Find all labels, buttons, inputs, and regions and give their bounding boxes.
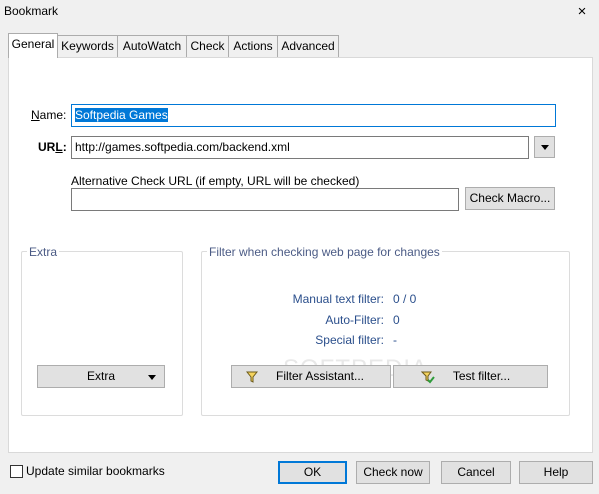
special-filter-value: - (393, 333, 397, 347)
update-similar-label: Update similar bookmarks (26, 464, 165, 478)
window-title: Bookmark (4, 4, 59, 18)
triangle-down-icon (148, 375, 156, 380)
check-now-button[interactable]: Check now (356, 461, 430, 484)
ok-button[interactable]: OK (278, 461, 347, 484)
name-field[interactable]: Softpedia Games (71, 104, 556, 127)
tab-actions[interactable]: Actions (228, 35, 278, 57)
close-icon[interactable]: × (572, 2, 592, 22)
extra-button-label: Extra (86, 369, 115, 383)
filter-assistant-button[interactable]: Filter Assistant... (231, 365, 391, 388)
url-field[interactable]: http://games.softpedia.com/backend.xml (71, 136, 529, 159)
alt-url-field[interactable] (71, 188, 459, 211)
help-button[interactable]: Help (519, 461, 593, 484)
cancel-button[interactable]: Cancel (441, 461, 511, 484)
tab-autowatch[interactable]: AutoWatch (117, 35, 187, 57)
test-filter-label: Test filter... (452, 369, 511, 383)
extra-button[interactable]: Extra (37, 365, 165, 388)
auto-filter-label: Auto-Filter: (325, 313, 384, 327)
triangle-down-icon (540, 145, 549, 150)
check-macro-button[interactable]: Check Macro... (465, 187, 555, 210)
test-filter-button[interactable]: Test filter... (393, 365, 548, 388)
auto-filter-value: 0 (393, 313, 400, 327)
extra-group (21, 251, 183, 416)
tab-check[interactable]: Check (186, 35, 229, 57)
name-label: Name: (31, 108, 67, 122)
name-label-text: ame: (39, 108, 67, 122)
special-filter-label: Special filter: (315, 333, 384, 347)
filter-assistant-label: Filter Assistant... (275, 369, 365, 383)
update-similar-checkbox[interactable] (10, 465, 23, 478)
extra-group-title: Extra (27, 245, 60, 259)
tab-keywords[interactable]: Keywords (57, 35, 118, 57)
tab-general[interactable]: General (8, 33, 58, 58)
alt-url-label: Alternative Check URL (if empty, URL wil… (71, 174, 360, 188)
manual-filter-label: Manual text filter: (292, 292, 384, 306)
filter-group (201, 251, 570, 416)
url-label: URL: (38, 140, 67, 154)
tab-advanced[interactable]: Advanced (277, 35, 339, 57)
test-filter-icon (421, 371, 435, 384)
filter-group-title: Filter when checking web page for change… (207, 245, 442, 259)
name-field-value: Softpedia Games (75, 108, 168, 122)
url-dropdown-button[interactable] (534, 136, 555, 158)
funnel-icon (246, 371, 258, 383)
manual-filter-value: 0 / 0 (393, 292, 417, 306)
